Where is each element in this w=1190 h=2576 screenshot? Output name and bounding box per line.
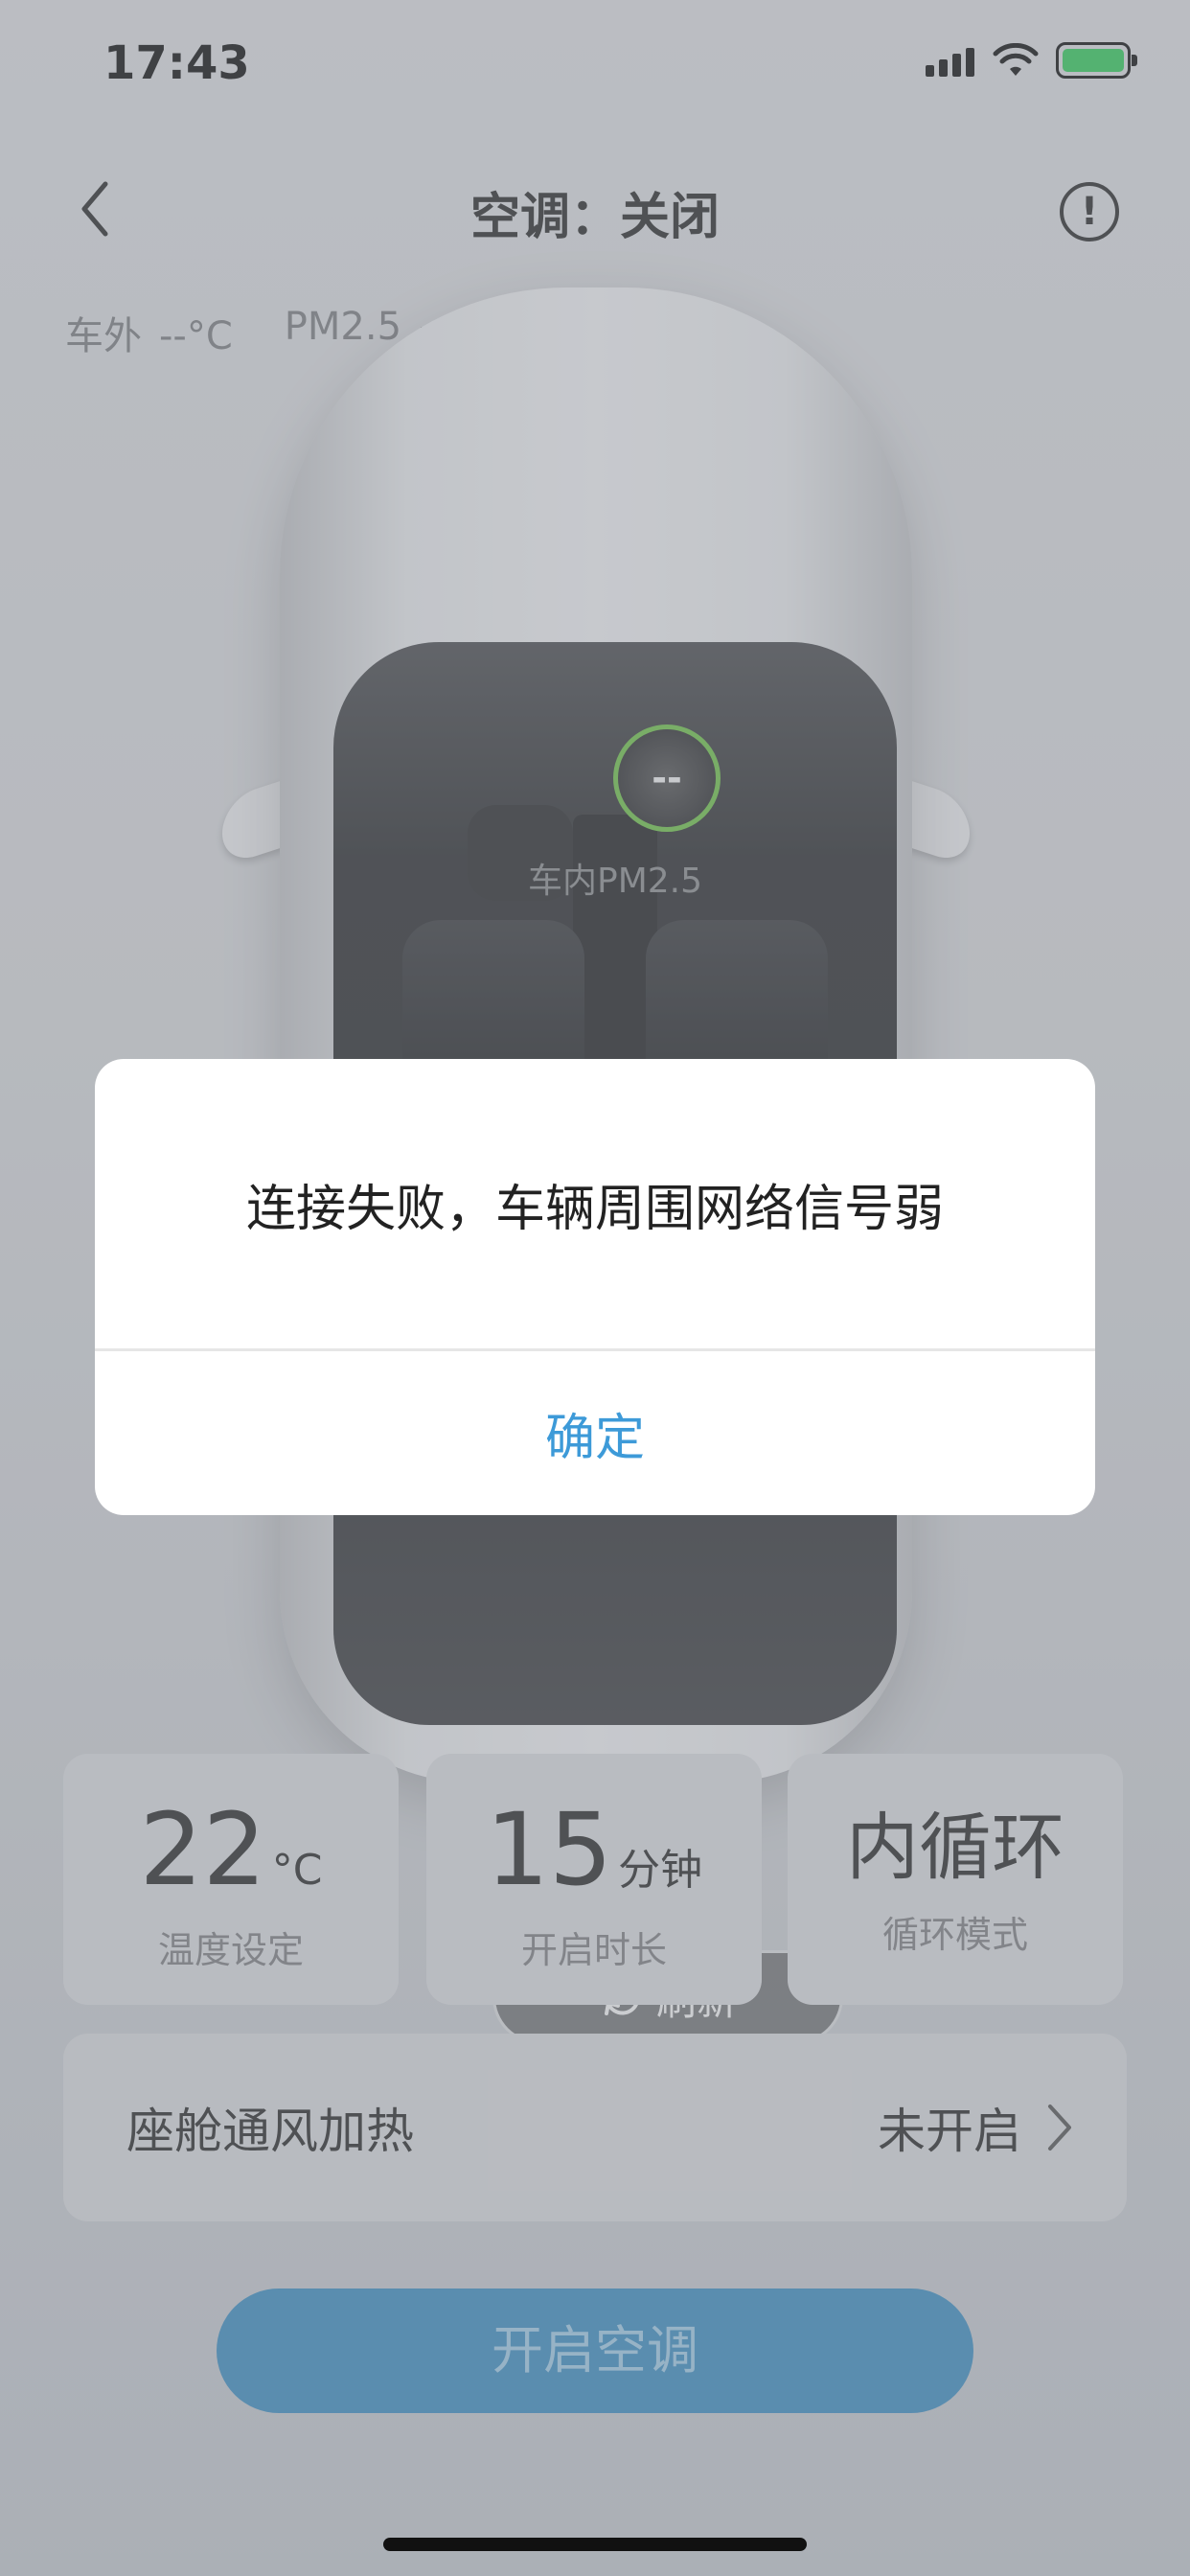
error-dialog: 连接失败，车辆周围网络信号弱 确定 bbox=[95, 1059, 1095, 1515]
screen: 17:43 空调：关闭 ! 车外 --°C PM2.5 -- 车内PM2.5 2… bbox=[0, 0, 1190, 2576]
dialog-message: 连接失败，车辆周围网络信号弱 bbox=[95, 1059, 1095, 1351]
home-indicator[interactable] bbox=[383, 2538, 807, 2551]
dialog-confirm-button[interactable]: 确定 bbox=[95, 1351, 1095, 1515]
